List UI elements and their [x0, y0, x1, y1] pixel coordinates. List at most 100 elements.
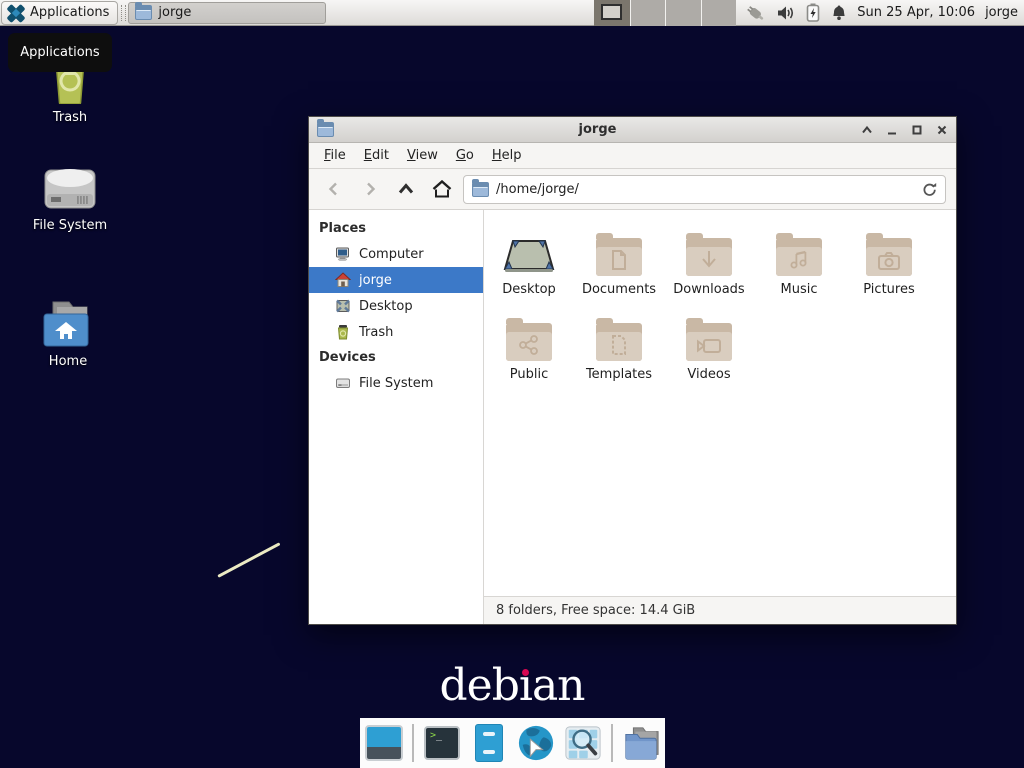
desktop-icon-label: Home: [6, 354, 130, 369]
folder-tile-pictures[interactable]: Pictures: [844, 224, 934, 297]
shade-icon[interactable]: [861, 124, 873, 136]
path-bar[interactable]: /home/jorge/: [463, 175, 946, 204]
workspace-4[interactable]: [701, 0, 737, 26]
tasklist-handle[interactable]: [121, 5, 126, 21]
menu-help[interactable]: Help: [483, 145, 531, 166]
reload-icon[interactable]: [922, 182, 937, 197]
desktop-icon-file-system[interactable]: File System: [8, 158, 132, 233]
up-button[interactable]: [391, 175, 421, 203]
folder-label: Music: [781, 282, 818, 297]
workspace-window-thumb: [601, 4, 622, 20]
workspace-1[interactable]: [594, 0, 630, 26]
sidebar-item-label: Trash: [359, 325, 393, 340]
folder-icon: [686, 238, 732, 276]
sidebar-item-file-system[interactable]: File System: [309, 370, 483, 396]
folder-tile-videos[interactable]: Videos: [664, 309, 754, 382]
top-panel: Applications jorge: [0, 0, 1024, 26]
notification-bell-icon[interactable]: [831, 4, 847, 21]
sidebar-header-places: Places: [309, 216, 483, 241]
folder-label: Documents: [582, 282, 656, 297]
close-icon[interactable]: [936, 124, 948, 136]
desktop-icon-home[interactable]: Home: [6, 294, 130, 369]
forward-icon: [362, 181, 378, 197]
home-icon: [432, 180, 452, 198]
system-tray: [744, 3, 847, 23]
applications-menu-button[interactable]: Applications: [1, 1, 118, 25]
sidebar-item-jorge[interactable]: jorge: [309, 267, 483, 293]
folder-icon: [135, 5, 152, 20]
menu-go[interactable]: Go: [447, 145, 483, 166]
folder-icon: [472, 182, 489, 197]
sidebar-item-trash[interactable]: Trash: [309, 319, 483, 345]
folder-tile-desktop[interactable]: Desktop: [484, 224, 574, 297]
directory-menu-launcher[interactable]: [622, 724, 660, 762]
session-user-menu[interactable]: jorge: [985, 5, 1018, 20]
file-manager-launcher[interactable]: [470, 724, 508, 762]
folder-icon: [866, 238, 912, 276]
file-cabinet-icon: [475, 724, 503, 762]
folder-tile-downloads[interactable]: Downloads: [664, 224, 754, 297]
trash-icon: [335, 324, 351, 340]
folder-tile-public[interactable]: Public: [484, 309, 574, 382]
folder-tile-templates[interactable]: Templates: [574, 309, 664, 382]
down-arrow-glyph: [699, 249, 719, 271]
folder-icon: [317, 122, 334, 137]
battery-charging-icon[interactable]: [806, 3, 820, 22]
home-icon: [335, 272, 351, 288]
folder-icon: [506, 323, 552, 361]
web-browser-icon: [517, 723, 555, 763]
desktop: Applications jorge: [0, 0, 1024, 768]
folder-icon: [596, 238, 642, 276]
computer-icon: [335, 246, 351, 262]
share-glyph: [518, 334, 540, 356]
menu-view[interactable]: View: [398, 145, 447, 166]
debian-logo-text: deb: [439, 660, 518, 711]
camera-glyph: [877, 251, 901, 271]
workspace-switcher[interactable]: [594, 0, 736, 26]
folder-icon: [686, 323, 732, 361]
path-input[interactable]: /home/jorge/: [496, 182, 915, 197]
maximize-icon[interactable]: [911, 124, 923, 136]
video-camera-glyph: [696, 337, 722, 355]
sidebar-item-desktop[interactable]: Desktop: [309, 293, 483, 319]
workspace-2[interactable]: [630, 0, 666, 26]
sidebar-item-computer[interactable]: Computer: [309, 241, 483, 267]
menu-edit[interactable]: Edit: [355, 145, 398, 166]
menubar: File Edit View Go Help: [309, 143, 956, 169]
document-glyph: [609, 249, 629, 271]
panel-clock[interactable]: Sun 25 Apr, 10:06: [857, 5, 975, 20]
taskbar-window-label: jorge: [158, 5, 191, 20]
workspace-3[interactable]: [665, 0, 701, 26]
folder-label: Templates: [586, 367, 652, 382]
web-browser-launcher[interactable]: [517, 724, 555, 762]
forward-button[interactable]: [355, 175, 385, 203]
app-finder-icon: [564, 724, 602, 762]
toolbar: /home/jorge/: [309, 169, 956, 210]
dock-separator: [611, 724, 613, 762]
folder-tile-documents[interactable]: Documents: [574, 224, 664, 297]
file-manager-window: jorge File Edit View Go Help: [308, 116, 957, 625]
folder-label: Downloads: [673, 282, 744, 297]
sidebar-item-label: jorge: [359, 273, 392, 288]
menu-file[interactable]: File: [315, 145, 355, 166]
folder-icon: [776, 238, 822, 276]
window-titlebar[interactable]: jorge: [309, 117, 956, 143]
dock-separator: [412, 724, 414, 762]
music-notes-glyph: [789, 249, 809, 271]
minimize-icon[interactable]: [886, 124, 898, 136]
app-finder-launcher[interactable]: [564, 724, 602, 762]
desktop-icon-label: Trash: [8, 110, 132, 125]
debian-logo-text: an: [532, 660, 585, 711]
back-button[interactable]: [319, 175, 349, 203]
sidebar: Places Computer jo: [309, 210, 484, 624]
terminal-launcher[interactable]: >_: [423, 724, 461, 762]
home-button[interactable]: [427, 175, 457, 203]
up-icon: [397, 182, 415, 196]
power-plug-icon[interactable]: [744, 3, 766, 23]
show-desktop-button[interactable]: [365, 724, 403, 762]
tooltip-text: Applications: [20, 45, 99, 60]
volume-icon[interactable]: [777, 5, 795, 21]
statusbar-text: 8 folders, Free space: 14.4 GiB: [496, 603, 695, 618]
folder-tile-music[interactable]: Music: [754, 224, 844, 297]
taskbar-window-button[interactable]: jorge: [128, 2, 326, 24]
